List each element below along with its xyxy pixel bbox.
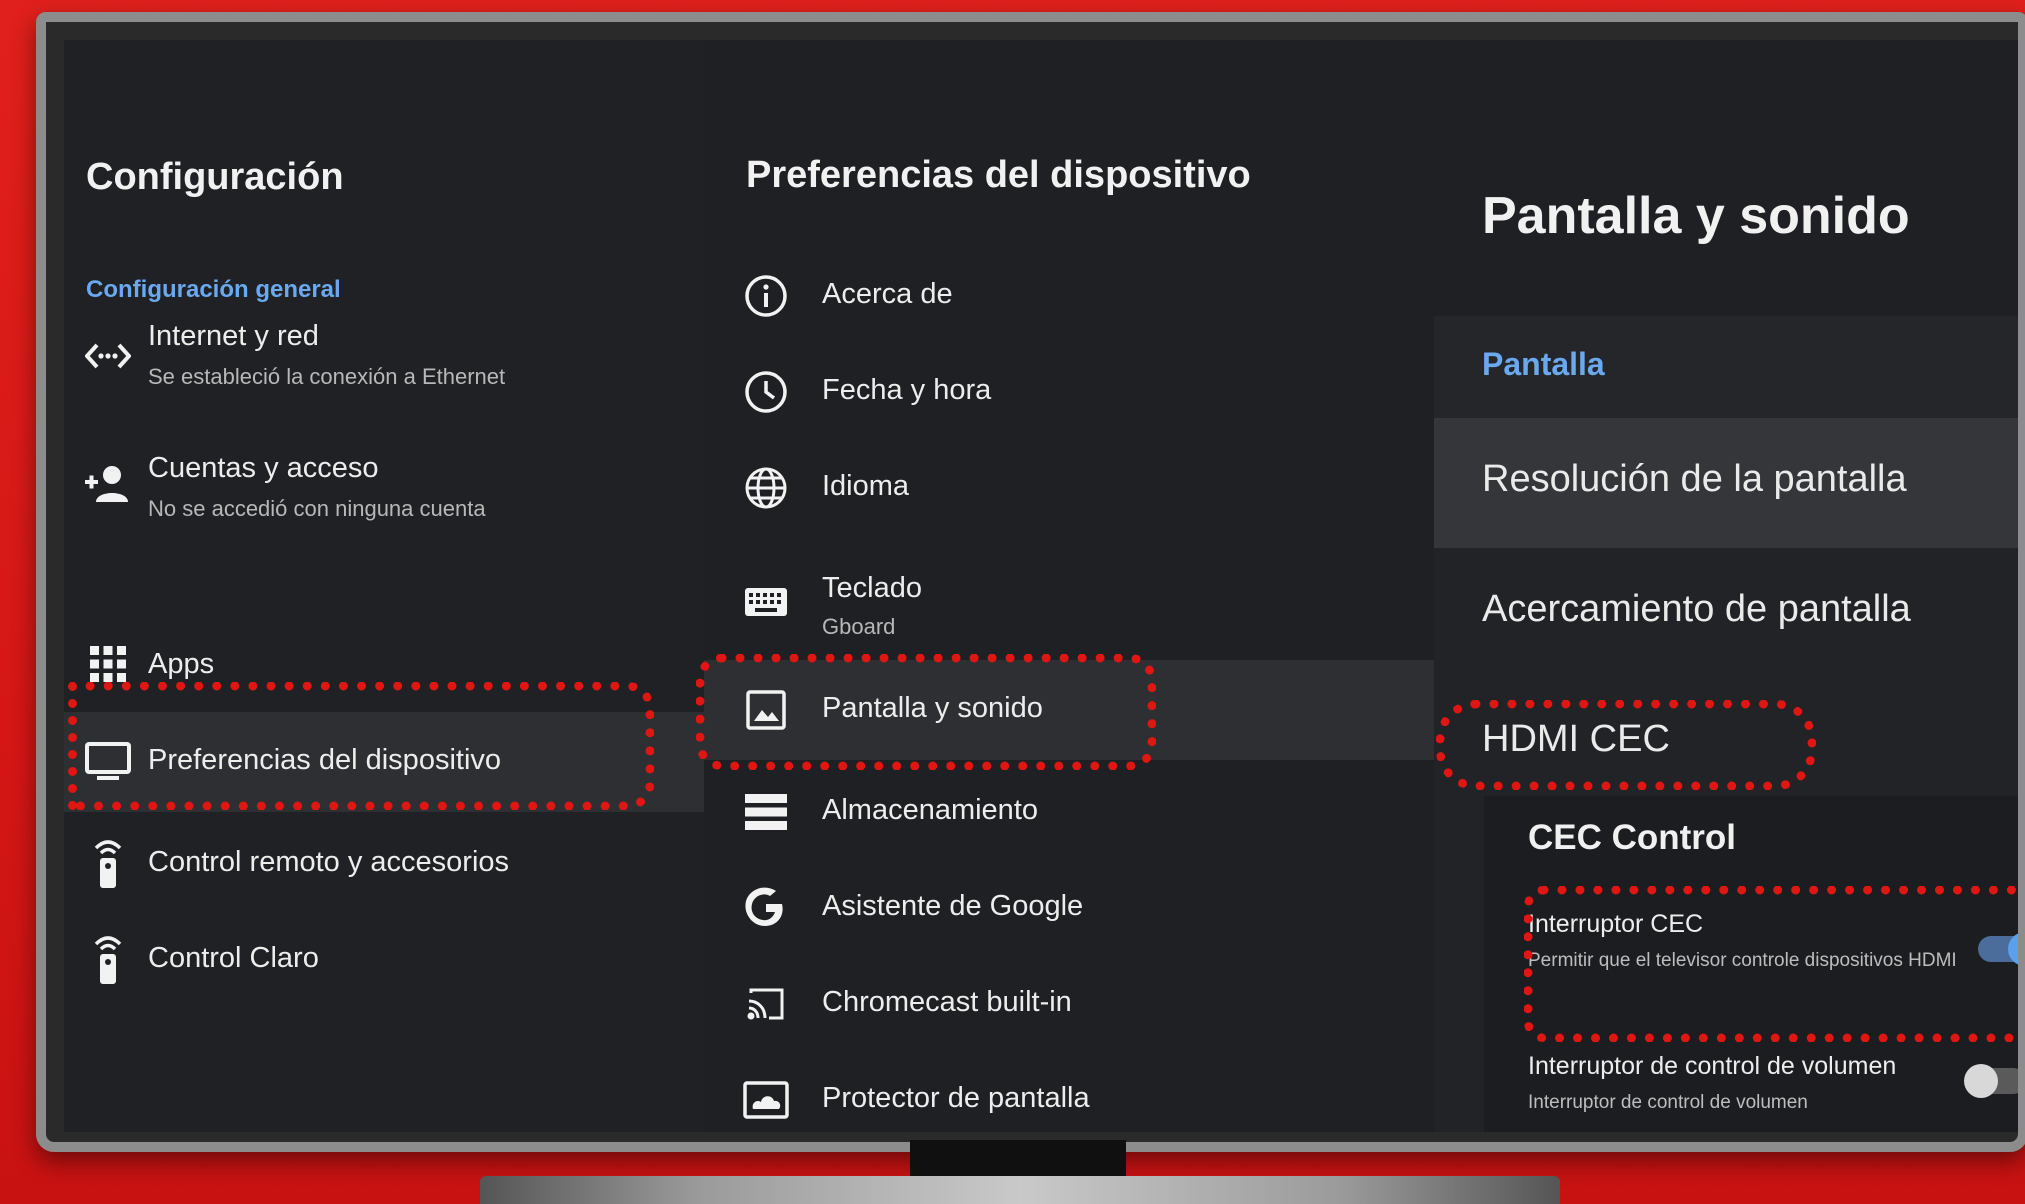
- menu-item-date-time[interactable]: Fecha y hora: [704, 350, 1434, 434]
- menu-item-internet[interactable]: Internet y red Se estableció la conexión…: [64, 308, 704, 408]
- cast-icon: [742, 980, 790, 1028]
- remote-icon: [84, 934, 132, 984]
- cec-control-title: CEC Control: [1528, 818, 1737, 857]
- tv-frame: Configuración Configuración general Inte…: [36, 12, 2025, 1152]
- clock-icon: [742, 368, 790, 416]
- menu-item-subtitle: No se accedió con ninguna cuenta: [148, 496, 486, 521]
- toggle-knob: [2008, 932, 2018, 966]
- menu-item-language[interactable]: Idioma: [704, 446, 1434, 530]
- tv-screen: Configuración Configuración general Inte…: [64, 40, 2018, 1132]
- menu-item-screensaver[interactable]: Protector de pantalla: [704, 1058, 1434, 1132]
- tv-stand-base: [480, 1176, 1560, 1204]
- menu-item-subtitle: Se estableció la conexión a Ethernet: [148, 364, 506, 389]
- menu-item-label: Almacenamiento: [822, 794, 1038, 826]
- volume-control-label: Interruptor de control de volumen: [1528, 1052, 1897, 1080]
- menu-item-remote-accessories[interactable]: Control remoto y accesorios: [64, 828, 704, 908]
- menu-item-device-preferences[interactable]: Preferencias del dispositivo: [64, 712, 704, 812]
- display-sound-panel: Pantalla y sonido Pantalla Resolución de…: [1434, 40, 2018, 1132]
- volume-control-toggle[interactable]: [1964, 1064, 2018, 1098]
- menu-item-label: Acercamiento de pantalla: [1482, 588, 1911, 630]
- remote-icon: [84, 838, 132, 888]
- apps-grid-icon: [84, 640, 132, 688]
- screensaver-icon: [742, 1076, 790, 1124]
- menu-item-label: Pantalla y sonido: [822, 692, 1043, 724]
- menu-item-control-claro[interactable]: Control Claro: [64, 924, 704, 1004]
- toggle-knob: [1964, 1064, 1998, 1098]
- section-label: Pantalla: [1482, 346, 1605, 382]
- cec-switch-description: Permitir que el televisor controle dispo…: [1528, 950, 1957, 971]
- menu-item-label: Control Claro: [148, 942, 319, 974]
- cec-switch-toggle[interactable]: [1978, 932, 2018, 966]
- cec-control-section: CEC Control Interruptor CEC Permitir que…: [1484, 796, 2018, 1132]
- storage-icon: [742, 788, 790, 836]
- menu-item-label: Internet y red: [148, 320, 319, 352]
- menu-item-label: Acerca de: [822, 278, 953, 310]
- cec-switch-label: Interruptor CEC: [1528, 910, 1704, 938]
- menu-item-hdmi-cec[interactable]: HDMI CEC: [1434, 678, 2018, 808]
- menu-item-google-assistant[interactable]: Asistente de Google: [704, 866, 1434, 950]
- image-icon: [742, 686, 790, 734]
- menu-item-keyboard[interactable]: Teclado Gboard: [704, 550, 1434, 650]
- menu-item-label: Resolución de la pantalla: [1482, 458, 1907, 500]
- menu-item-accounts[interactable]: Cuentas y acceso No se accedió con ningu…: [64, 440, 704, 540]
- volume-control-description: Interruptor de control de volumen: [1528, 1092, 1808, 1113]
- settings-panel: Configuración Configuración general Inte…: [64, 40, 704, 1132]
- menu-item-subtitle: Gboard: [822, 614, 896, 639]
- settings-title: Configuración: [86, 156, 344, 198]
- panel-header: [1434, 40, 2018, 316]
- device-preferences-panel: Preferencias del dispositivo Acerca de F…: [696, 40, 1434, 1132]
- menu-item-label: Apps: [148, 648, 215, 680]
- menu-item-storage[interactable]: Almacenamiento: [704, 770, 1434, 854]
- menu-item-resolution[interactable]: Resolución de la pantalla: [1434, 418, 2018, 548]
- menu-item-label: Asistente de Google: [822, 890, 1084, 922]
- display-sound-title: Pantalla y sonido: [1482, 187, 1910, 245]
- volume-control-row[interactable]: Interruptor de control de volumen Interr…: [1528, 1048, 2018, 1128]
- tv-icon: [84, 738, 132, 786]
- menu-item-label: Cuentas y acceso: [148, 452, 379, 484]
- general-settings-header: Configuración general: [86, 276, 341, 303]
- menu-item-label: Teclado: [822, 572, 922, 604]
- menu-item-label: Control remoto y accesorios: [148, 846, 510, 878]
- globe-icon: [742, 464, 790, 512]
- menu-item-about[interactable]: Acerca de: [704, 254, 1434, 338]
- display-section-header: Pantalla: [1434, 316, 2018, 418]
- menu-item-chromecast[interactable]: Chromecast built-in: [704, 962, 1434, 1046]
- menu-item-apps[interactable]: Apps: [64, 630, 704, 700]
- menu-item-display-sound[interactable]: Pantalla y sonido: [704, 660, 1434, 760]
- menu-item-zoom[interactable]: Acercamiento de pantalla: [1434, 548, 2018, 678]
- network-icon: [84, 332, 132, 380]
- menu-item-label: Chromecast built-in: [822, 986, 1072, 1018]
- menu-item-label: HDMI CEC: [1482, 718, 1670, 760]
- menu-item-label: Protector de pantalla: [822, 1082, 1090, 1114]
- keyboard-icon: [742, 578, 790, 626]
- menu-item-label: Idioma: [822, 470, 910, 502]
- menu-item-label: Fecha y hora: [822, 374, 992, 406]
- menu-item-label: Preferencias del dispositivo: [148, 744, 502, 776]
- add-person-icon: [84, 460, 132, 508]
- google-icon: [742, 884, 790, 932]
- device-preferences-title: Preferencias del dispositivo: [746, 154, 1251, 196]
- cec-switch-row[interactable]: Interruptor CEC Permitir que el televiso…: [1528, 906, 2018, 1026]
- info-icon: [742, 272, 790, 320]
